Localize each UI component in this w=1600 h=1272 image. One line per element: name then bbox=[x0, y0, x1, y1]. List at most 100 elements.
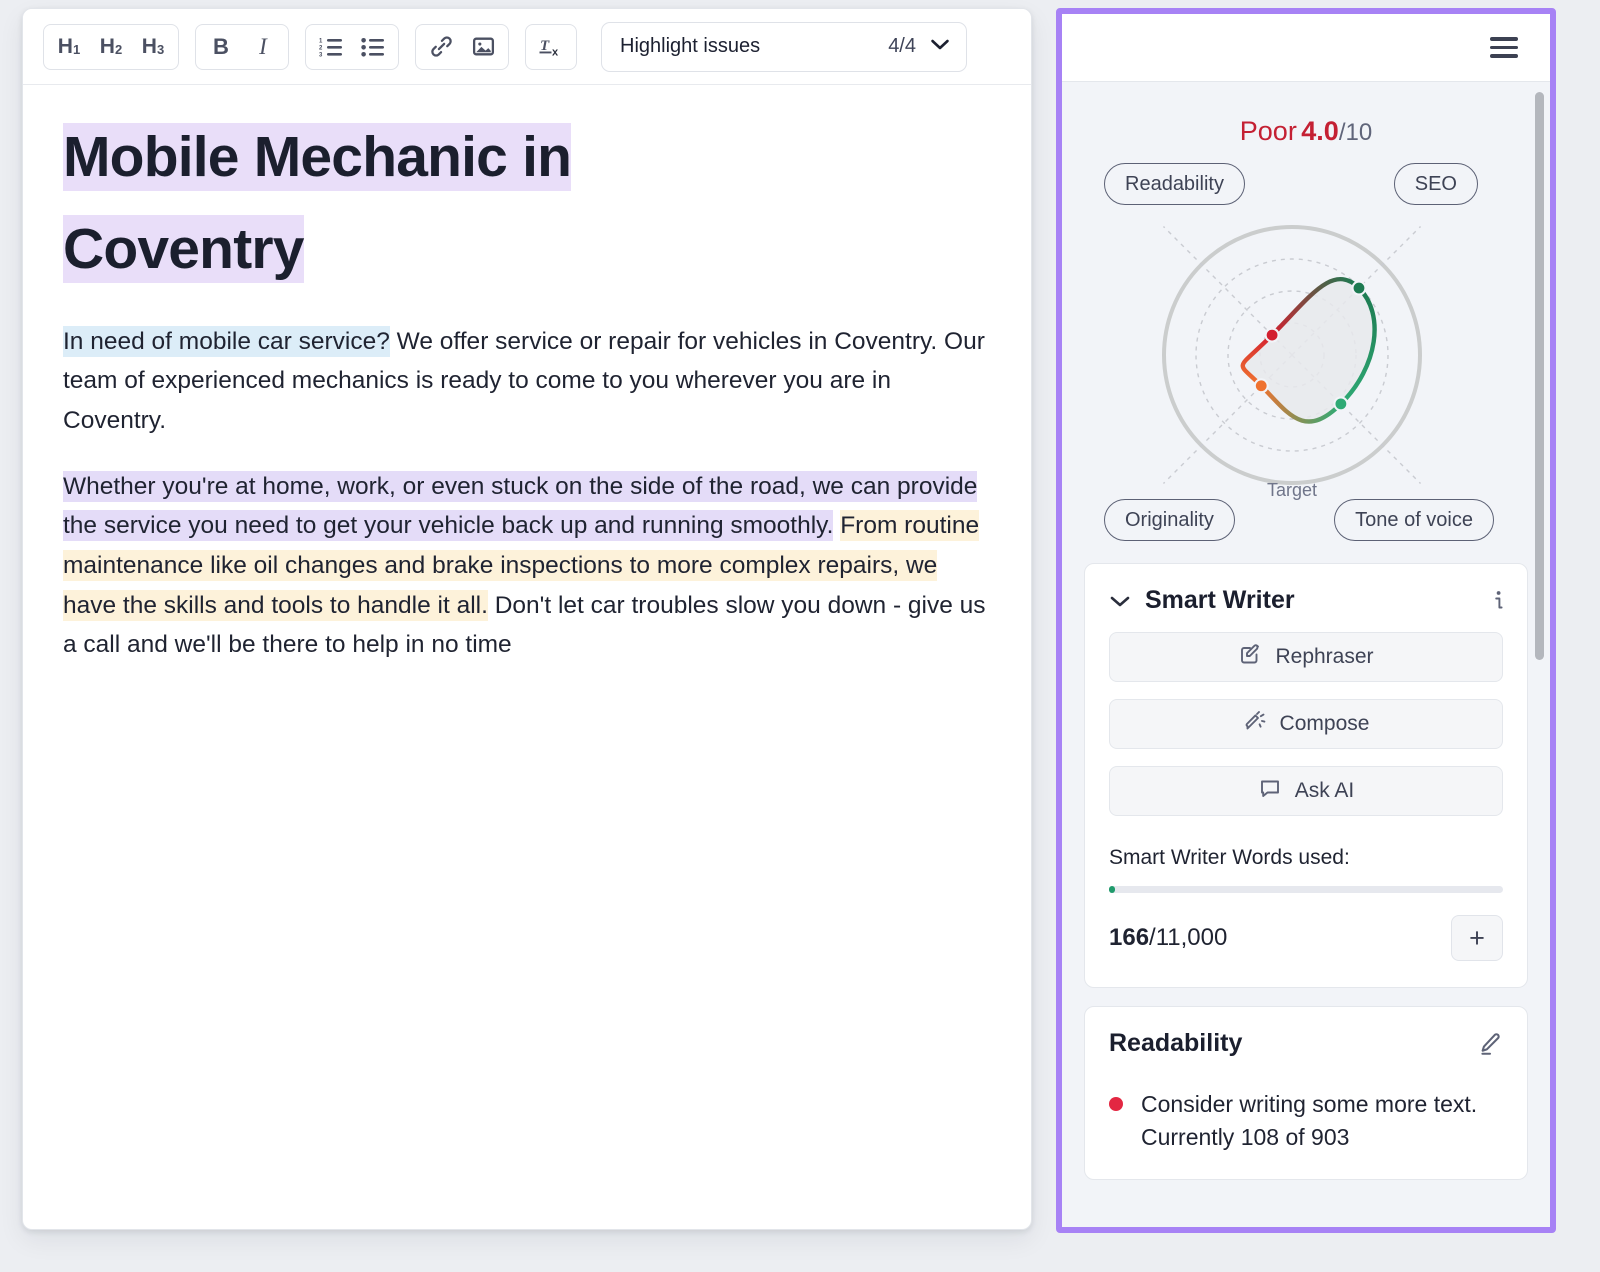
chip-readability[interactable]: Readability bbox=[1104, 163, 1245, 205]
words-row: 166/11,000 + bbox=[1109, 915, 1503, 961]
italic-label: I bbox=[259, 35, 267, 58]
rephraser-button[interactable]: Rephraser bbox=[1109, 632, 1503, 682]
radar-plot bbox=[1142, 215, 1442, 495]
link-button[interactable] bbox=[420, 28, 462, 66]
svg-text:x: x bbox=[552, 47, 559, 59]
h2-button[interactable]: H2 bbox=[90, 28, 132, 66]
chat-bubble-icon bbox=[1258, 776, 1282, 806]
text-style-button-group: B I bbox=[195, 24, 289, 70]
magic-wand-icon bbox=[1243, 709, 1267, 739]
image-icon bbox=[471, 34, 496, 59]
panel-header bbox=[1062, 14, 1550, 82]
paragraph-1: In need of mobile car service? We offer … bbox=[63, 322, 993, 441]
chip-seo-label: SEO bbox=[1415, 173, 1457, 196]
chip-readability-label: Readability bbox=[1125, 173, 1224, 196]
words-total-value: /11,000 bbox=[1149, 924, 1227, 951]
rephrase-pencil-icon bbox=[1238, 642, 1262, 672]
smart-writer-card: Smart Writer bbox=[1084, 563, 1528, 988]
chip-originality[interactable]: Originality bbox=[1104, 499, 1235, 541]
svg-text:1: 1 bbox=[319, 38, 323, 44]
h2-label: H bbox=[100, 36, 115, 57]
ask-ai-label: Ask AI bbox=[1295, 779, 1355, 803]
rephraser-label: Rephraser bbox=[1275, 645, 1373, 669]
burger-line bbox=[1490, 37, 1518, 40]
smart-writer-header: Smart Writer bbox=[1109, 586, 1503, 615]
h1-button[interactable]: H1 bbox=[48, 28, 90, 66]
words-used-label: Smart Writer Words used: bbox=[1109, 846, 1503, 870]
pencil-edit-icon[interactable] bbox=[1477, 1031, 1503, 1057]
h3-button[interactable]: H3 bbox=[132, 28, 174, 66]
svg-text:3: 3 bbox=[319, 52, 323, 58]
chip-originality-label: Originality bbox=[1125, 509, 1214, 532]
bold-label: B bbox=[213, 36, 229, 58]
overall-score: Poor 4.0/10 bbox=[1062, 82, 1550, 147]
h3-sub: 3 bbox=[157, 43, 164, 56]
paragraph-2: Whether you're at home, work, or even st… bbox=[63, 467, 993, 665]
analysis-panel: Poor 4.0/10 Readability SEO Originality … bbox=[1056, 8, 1556, 1233]
image-button[interactable] bbox=[462, 28, 504, 66]
chevron-down-icon bbox=[930, 38, 950, 56]
h1-sub: 1 bbox=[73, 43, 80, 56]
list-button-group: 1 2 3 bbox=[305, 24, 399, 70]
severity-dot-red bbox=[1109, 1097, 1123, 1111]
radar-chart: Readability SEO Originality Tone of voic… bbox=[1062, 159, 1522, 545]
insert-button-group bbox=[415, 24, 509, 70]
highlight-issues-right: 4/4 bbox=[888, 35, 950, 58]
document-body[interactable]: Mobile Mechanic in Coventry In need of m… bbox=[23, 85, 1031, 665]
readability-card: Readability Consider writing some more t… bbox=[1084, 1006, 1528, 1180]
score-denominator: /10 bbox=[1339, 119, 1372, 146]
h1-label: H bbox=[58, 36, 73, 57]
burger-line bbox=[1490, 46, 1518, 49]
clear-formatting-button[interactable]: T x bbox=[530, 28, 572, 66]
score-rating: Poor bbox=[1240, 116, 1297, 146]
readability-title: Readability bbox=[1109, 1029, 1242, 1058]
chevron-down-icon[interactable] bbox=[1109, 594, 1131, 608]
clear-format-button-group: T x bbox=[525, 24, 577, 70]
burger-line bbox=[1490, 54, 1518, 57]
clear-formatting-icon: T x bbox=[538, 34, 564, 59]
page-title: Mobile Mechanic in Coventry bbox=[63, 111, 833, 296]
words-progress-bar bbox=[1109, 886, 1503, 893]
bold-button[interactable]: B bbox=[200, 28, 242, 66]
svg-text:2: 2 bbox=[319, 45, 323, 51]
hamburger-menu-icon[interactable] bbox=[1484, 31, 1524, 63]
readability-issue: Consider writing some more text. Current… bbox=[1109, 1088, 1503, 1153]
h3-label: H bbox=[142, 36, 157, 57]
ask-ai-button[interactable]: Ask AI bbox=[1109, 766, 1503, 816]
panel-scrollbar-thumb[interactable] bbox=[1535, 92, 1544, 660]
chip-seo[interactable]: SEO bbox=[1394, 163, 1478, 205]
smart-writer-header-left: Smart Writer bbox=[1109, 586, 1295, 615]
italic-button[interactable]: I bbox=[242, 28, 284, 66]
ordered-list-button[interactable]: 1 2 3 bbox=[310, 28, 352, 66]
editor-card: H1 H2 H3 B I bbox=[22, 8, 1032, 1230]
ordered-list-icon: 1 2 3 bbox=[319, 36, 343, 58]
radar-target-label: Target bbox=[1267, 480, 1317, 501]
highlight-issues-label: Highlight issues bbox=[620, 35, 760, 58]
highlight-issues-select[interactable]: Highlight issues 4/4 bbox=[601, 22, 967, 72]
highlight-issues-count: 4/4 bbox=[888, 35, 916, 58]
editor-toolbar: H1 H2 H3 B I bbox=[23, 9, 1031, 85]
link-icon bbox=[429, 34, 454, 59]
h2-sub: 2 bbox=[115, 43, 122, 56]
readability-issue-text: Consider writing some more text. Current… bbox=[1141, 1088, 1503, 1153]
plus-icon: + bbox=[1469, 923, 1485, 954]
words-progress-fill bbox=[1109, 886, 1115, 893]
chip-tone-of-voice[interactable]: Tone of voice bbox=[1334, 499, 1494, 541]
score-value: 4.0 bbox=[1301, 116, 1339, 146]
readability-header: Readability bbox=[1109, 1029, 1503, 1058]
bullet-list-icon bbox=[361, 36, 385, 58]
bullet-list-button[interactable] bbox=[352, 28, 394, 66]
chip-tone-of-voice-label: Tone of voice bbox=[1355, 509, 1473, 532]
compose-label: Compose bbox=[1280, 712, 1370, 736]
words-count: 166/11,000 bbox=[1109, 924, 1227, 952]
heading-button-group: H1 H2 H3 bbox=[43, 24, 179, 70]
title-line-2: Coventry bbox=[63, 215, 304, 283]
title-line-1: Mobile Mechanic in bbox=[63, 123, 571, 191]
words-used-value: 166 bbox=[1109, 924, 1149, 951]
app-root: H1 H2 H3 B I bbox=[0, 0, 1600, 1272]
compose-button[interactable]: Compose bbox=[1109, 699, 1503, 749]
info-icon[interactable] bbox=[1493, 589, 1503, 613]
add-words-button[interactable]: + bbox=[1451, 915, 1503, 961]
panel-scroll-area: Poor 4.0/10 Readability SEO Originality … bbox=[1062, 82, 1550, 1233]
smart-writer-title: Smart Writer bbox=[1145, 586, 1295, 615]
